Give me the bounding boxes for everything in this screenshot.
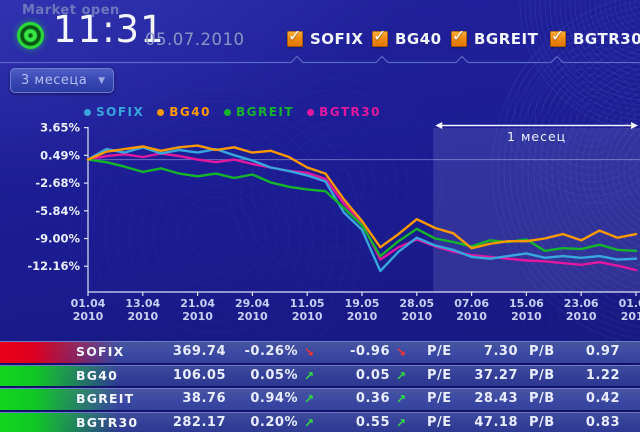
pe-value: 37.27 xyxy=(452,366,518,387)
index-change-absolute: -0.96 xyxy=(330,342,390,363)
pb-value: 1.22 xyxy=(556,366,620,387)
x-tick-label: 21.042010 xyxy=(180,297,215,323)
x-tick-label: 19.052010 xyxy=(345,297,380,323)
index-change-absolute: 0.05 xyxy=(330,366,390,387)
index-change-percent: -0.26% xyxy=(232,342,298,363)
index-value: 282.17 xyxy=(140,413,226,432)
x-tick-label: 01.042010 xyxy=(71,297,106,323)
table-row-bg40[interactable]: BG40 106.05 0.05% ↗ 0.05 ↗ P/E 37.27 P/B… xyxy=(0,365,640,387)
table-row-bgtr30[interactable]: BGTR30 282.17 0.20% ↗ 0.55 ↗ P/E 47.18 P… xyxy=(0,412,640,432)
x-tick-label: 23.062010 xyxy=(564,297,599,323)
pb-value: 0.83 xyxy=(556,413,620,432)
x-tick-label: 07.062010 xyxy=(454,297,489,323)
pb-label: P/B xyxy=(529,389,555,410)
pe-label: P/E xyxy=(427,366,452,387)
index-name: BGTR30 xyxy=(76,413,138,432)
index-change-percent: 0.94% xyxy=(232,389,298,410)
x-tick-label: 29.042010 xyxy=(235,297,270,323)
index-change-percent: 0.20% xyxy=(232,413,298,432)
trend-arrow-icon: ↘ xyxy=(304,342,315,363)
pe-value: 7.30 xyxy=(452,342,518,363)
app-window: Market open 11:31 05.07.2010 ✓ SOFIX ✓ B… xyxy=(0,0,640,432)
index-value: 38.76 xyxy=(140,389,226,410)
table-row-bgreit[interactable]: BGREIT 38.76 0.94% ↗ 0.36 ↗ P/E 28.43 P/… xyxy=(0,388,640,410)
trend-arrow-icon: ↘ xyxy=(396,342,407,363)
index-change-percent: 0.05% xyxy=(232,366,298,387)
pb-value: 0.42 xyxy=(556,389,620,410)
index-value: 369.74 xyxy=(140,342,226,363)
y-tick-label: -2.68% xyxy=(35,176,80,190)
pb-label: P/B xyxy=(529,366,555,387)
trend-arrow-icon: ↗ xyxy=(396,389,407,410)
trend-arrow-icon: ↗ xyxy=(304,366,315,387)
pb-label: P/B xyxy=(529,413,555,432)
y-tick-label: 3.65% xyxy=(40,121,80,135)
indices-table: SOFIX 369.74 -0.26% ↘ -0.96 ↘ P/E 7.30 P… xyxy=(0,341,640,432)
trend-arrow-icon: ↗ xyxy=(396,413,407,432)
highlight-label: 1 месец xyxy=(507,129,566,144)
pe-value: 28.43 xyxy=(452,389,518,410)
index-change-absolute: 0.36 xyxy=(330,389,390,410)
pe-label: P/E xyxy=(427,389,452,410)
index-name: BGREIT xyxy=(76,389,134,410)
trend-arrow-icon: ↗ xyxy=(304,413,315,432)
arrow-left-icon xyxy=(435,122,442,129)
trend-arrow-icon: ↗ xyxy=(304,389,315,410)
x-tick-label: 01.072010 xyxy=(619,297,640,323)
pe-label: P/E xyxy=(427,342,452,363)
index-name: SOFIX xyxy=(76,342,124,363)
y-tick-label: -12.16% xyxy=(27,259,80,273)
x-tick-label: 13.042010 xyxy=(125,297,160,323)
x-tick-label: 15.062010 xyxy=(509,297,544,323)
x-tick-label: 11.052010 xyxy=(290,297,325,323)
x-tick-label: 28.052010 xyxy=(399,297,434,323)
pb-label: P/B xyxy=(529,342,555,363)
index-name: BG40 xyxy=(76,366,118,387)
table-row-sofix[interactable]: SOFIX 369.74 -0.26% ↘ -0.96 ↘ P/E 7.30 P… xyxy=(0,341,640,363)
pe-value: 47.18 xyxy=(452,413,518,432)
y-tick-label: -9.00% xyxy=(35,232,80,246)
trend-arrow-icon: ↗ xyxy=(396,366,407,387)
index-change-absolute: 0.55 xyxy=(330,413,390,432)
highlight-region xyxy=(433,128,640,292)
pe-label: P/E xyxy=(427,413,452,432)
y-tick-label: 0.49% xyxy=(40,148,80,162)
index-value: 106.05 xyxy=(140,366,226,387)
arrow-right-icon xyxy=(631,122,638,129)
pb-value: 0.97 xyxy=(556,342,620,363)
y-tick-label: -5.84% xyxy=(35,204,80,218)
